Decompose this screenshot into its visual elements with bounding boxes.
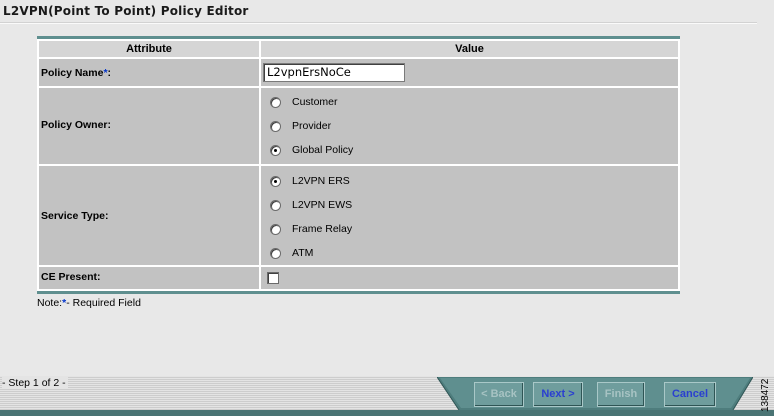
policy-owner-value-cell: Customer Provider Global Policy bbox=[261, 88, 678, 164]
service-type-option-ers[interactable]: L2VPN ERS bbox=[270, 174, 350, 188]
header-attribute: Attribute bbox=[39, 41, 259, 57]
service-type-label: Service Type: bbox=[41, 210, 109, 222]
policy-owner-label: Policy Owner: bbox=[41, 119, 112, 131]
radio-customer[interactable] bbox=[270, 96, 281, 108]
footer-bar bbox=[0, 410, 774, 416]
radio-l2vpn-ews[interactable] bbox=[270, 199, 281, 211]
radio-atm[interactable] bbox=[270, 247, 281, 259]
radio-customer-label: Customer bbox=[292, 96, 338, 108]
page: L2VPN(Point To Point) Policy Editor Attr… bbox=[0, 0, 774, 416]
title-divider-highlight bbox=[0, 23, 757, 24]
policy-table: Attribute Value Policy Name*: L2vpnErsNo… bbox=[37, 36, 680, 294]
ce-present-label: CE Present: bbox=[41, 271, 101, 283]
policy-name-label: Policy Name*: bbox=[41, 67, 111, 79]
policy-name-label-cell: Policy Name*: bbox=[39, 59, 259, 86]
radio-provider-label: Provider bbox=[292, 120, 332, 132]
service-type-option-atm[interactable]: ATM bbox=[270, 246, 313, 260]
figure-id: 138472 bbox=[760, 378, 771, 412]
radio-l2vpn-ers-label: L2VPN ERS bbox=[292, 175, 350, 187]
radio-provider[interactable] bbox=[270, 120, 281, 132]
wizard-button-bar: < Back Next > Finish Cancel bbox=[437, 377, 753, 410]
policy-owner-option-provider[interactable]: Provider bbox=[270, 119, 331, 133]
service-type-option-frame-relay[interactable]: Frame Relay bbox=[270, 222, 352, 236]
finish-button[interactable]: Finish bbox=[597, 382, 645, 407]
policy-owner-label-cell: Policy Owner: bbox=[39, 88, 259, 164]
policy-name-value-cell: L2vpnErsNoCe bbox=[261, 59, 678, 86]
next-button[interactable]: Next > bbox=[533, 382, 583, 407]
back-button[interactable]: < Back bbox=[474, 382, 524, 407]
policy-name-input[interactable]: L2vpnErsNoCe bbox=[263, 63, 405, 82]
required-field-note: Note:*- Required Field bbox=[37, 297, 141, 309]
ce-present-label-cell: CE Present: bbox=[39, 267, 259, 289]
policy-owner-option-global[interactable]: Global Policy bbox=[270, 143, 353, 157]
service-type-value-cell: L2VPN ERS L2VPN EWS Frame Relay ATM bbox=[261, 166, 678, 265]
radio-l2vpn-ews-label: L2VPN EWS bbox=[292, 199, 353, 211]
radio-l2vpn-ers[interactable] bbox=[270, 175, 281, 187]
step-indicator: - Step 1 of 2 - bbox=[2, 377, 68, 389]
policy-owner-option-customer[interactable]: Customer bbox=[270, 95, 338, 109]
note-prefix: Note: bbox=[37, 297, 63, 309]
ce-present-checkbox[interactable] bbox=[267, 272, 279, 284]
radio-atm-label: ATM bbox=[292, 247, 314, 259]
policy-name-text: Policy Name bbox=[41, 67, 104, 79]
header-value: Value bbox=[261, 41, 678, 57]
radio-global-policy-label: Global Policy bbox=[292, 144, 354, 156]
ce-present-value-cell bbox=[261, 267, 678, 289]
radio-global-policy[interactable] bbox=[270, 144, 281, 156]
service-type-option-ews[interactable]: L2VPN EWS bbox=[270, 198, 352, 212]
service-type-label-cell: Service Type: bbox=[39, 166, 259, 265]
page-title: L2VPN(Point To Point) Policy Editor bbox=[3, 4, 249, 18]
cancel-button[interactable]: Cancel bbox=[664, 382, 716, 407]
policy-name-colon: : bbox=[107, 67, 112, 79]
radio-frame-relay[interactable] bbox=[270, 223, 281, 235]
note-suffix: - Required Field bbox=[66, 297, 141, 309]
radio-frame-relay-label: Frame Relay bbox=[292, 223, 353, 235]
